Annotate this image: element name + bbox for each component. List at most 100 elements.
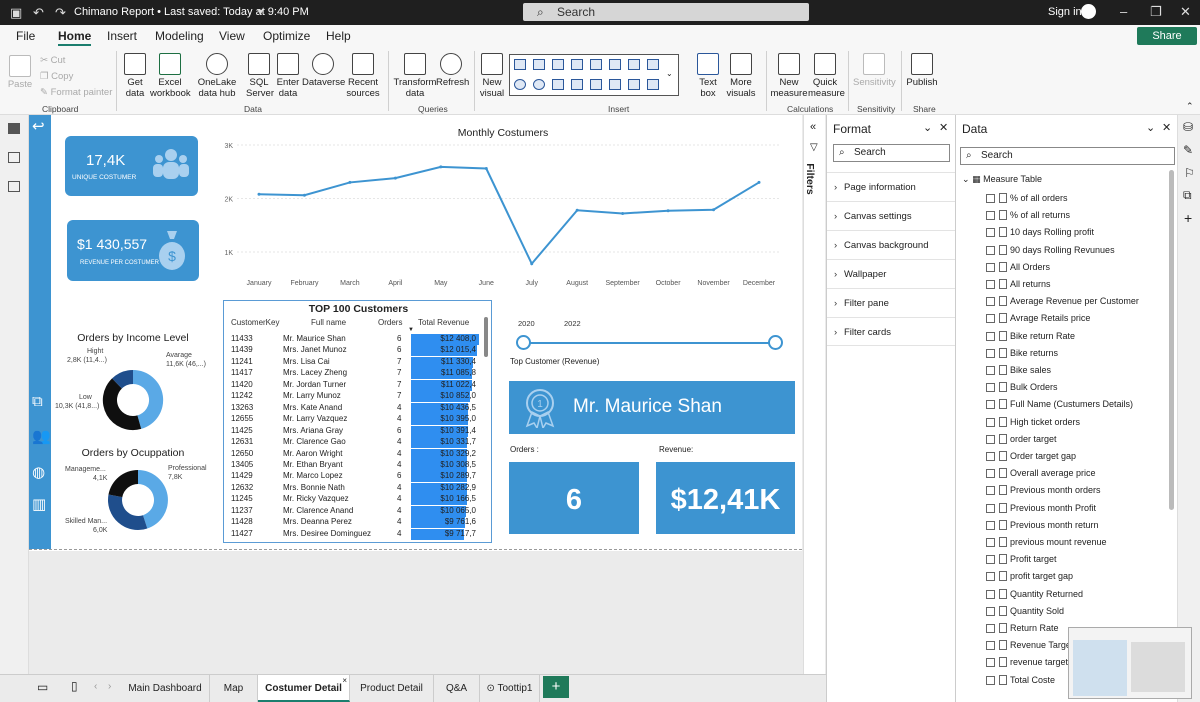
- get-data-button[interactable]: Get data: [120, 53, 150, 99]
- checkbox[interactable]: [986, 675, 995, 685]
- table-row[interactable]: 12631 Mr. Clarence Gao 4 $10 331,7: [224, 437, 484, 449]
- measure-item[interactable]: High ticket orders: [986, 414, 1080, 431]
- table-row[interactable]: 11245 Mr. Ricky Vazquez 4 $10 166,5: [224, 494, 484, 506]
- checkbox[interactable]: [986, 194, 995, 203]
- measure-item[interactable]: profit target gap: [986, 568, 1073, 585]
- cut-button[interactable]: ✂ Cut: [40, 55, 65, 66]
- col-header-fullname[interactable]: Full name: [311, 318, 346, 327]
- paste-button[interactable]: Paste: [6, 55, 34, 90]
- report-view-icon[interactable]: [8, 123, 20, 134]
- measure-item[interactable]: Quantity Sold: [986, 603, 1064, 620]
- menu-view[interactable]: View: [219, 29, 245, 43]
- checkbox[interactable]: [986, 641, 995, 651]
- area-chart-icon[interactable]: [628, 59, 640, 70]
- table-row[interactable]: 11420 Mr. Jordan Turner 7 $11 022,4: [224, 379, 484, 391]
- checkbox[interactable]: [986, 486, 995, 496]
- clustered-column-icon[interactable]: [571, 59, 583, 70]
- measure-item[interactable]: % of all returns: [986, 207, 1070, 224]
- measure-item[interactable]: Previous month orders: [986, 482, 1101, 499]
- checkbox[interactable]: [986, 434, 995, 444]
- visual-gallery[interactable]: ⌄: [509, 54, 679, 96]
- pie-chart-icon[interactable]: [514, 79, 526, 90]
- menu-modeling[interactable]: Modeling: [155, 29, 204, 43]
- checkbox[interactable]: [986, 211, 995, 221]
- avatar[interactable]: [1081, 4, 1096, 19]
- redo-icon[interactable]: ↷: [55, 5, 66, 21]
- matrix-icon[interactable]: [647, 79, 659, 90]
- measure-item[interactable]: Quantity Returned: [986, 586, 1083, 603]
- table-row[interactable]: 11427 Mrs. Desiree Dominguez 4 $9 717,7: [224, 528, 484, 540]
- section-filter-cards[interactable]: › Filter cards: [827, 317, 955, 346]
- checkbox[interactable]: [986, 400, 995, 410]
- global-search[interactable]: ⌕ Search: [523, 3, 809, 21]
- table-row[interactable]: 11439 Mrs. Janet Munoz 6 $12 015,4: [224, 345, 484, 357]
- data-point[interactable]: [757, 180, 761, 184]
- prev-page-icon[interactable]: ‹: [94, 681, 97, 692]
- data-point[interactable]: [484, 167, 488, 171]
- bookmark-icon[interactable]: ⚐: [1184, 166, 1195, 180]
- globe-icon[interactable]: ◍: [32, 463, 45, 481]
- checkbox[interactable]: [986, 314, 995, 324]
- checkbox[interactable]: [986, 624, 995, 633]
- table-row[interactable]: 13405 Mr. Ethan Bryant 4 $10 308,5: [224, 459, 484, 471]
- table-view-icon[interactable]: [8, 152, 20, 163]
- table-row[interactable]: 12632 Mrs. Bonnie Nath 4 $10 282,9: [224, 482, 484, 494]
- next-page-icon[interactable]: ›: [108, 681, 111, 692]
- donut-chart-icon[interactable]: [533, 79, 545, 90]
- copy-button[interactable]: ❐ Copy: [40, 71, 73, 82]
- measure-item[interactable]: Total Coste: [986, 672, 1055, 689]
- table-row[interactable]: 11417 Mrs. Lacey Zheng 7 $11 085,8: [224, 368, 484, 380]
- measure-item[interactable]: Bike sales: [986, 362, 1051, 379]
- measure-item[interactable]: All Orders: [986, 259, 1050, 276]
- section-canvas-background[interactable]: › Canvas background: [827, 230, 955, 259]
- save-icon[interactable]: ▣: [10, 5, 22, 21]
- data-point[interactable]: [530, 262, 534, 266]
- section-canvas-settings[interactable]: › Canvas settings: [827, 201, 955, 230]
- checkbox[interactable]: [986, 555, 995, 565]
- table-scrollbar[interactable]: [484, 317, 488, 357]
- checkbox[interactable]: [986, 469, 995, 479]
- measure-item[interactable]: Avrage Retails price: [986, 310, 1090, 327]
- collapse-left-icon[interactable]: «: [810, 121, 816, 133]
- measure-item[interactable]: revenue target: [986, 654, 1068, 671]
- checkbox[interactable]: [986, 383, 995, 393]
- gauge-icon[interactable]: [590, 79, 602, 90]
- desktop-view-icon[interactable]: ▭: [37, 680, 48, 694]
- section-page-information[interactable]: › Page information: [827, 172, 955, 201]
- transform-data-button[interactable]: Transform data: [392, 53, 438, 99]
- sql-server-button[interactable]: SQL Server: [246, 53, 274, 99]
- checkbox[interactable]: [986, 538, 995, 547]
- menu-insert[interactable]: Insert: [107, 29, 137, 43]
- table-row[interactable]: 13263 Mrs. Kate Anand 4 $10 436,5: [224, 402, 484, 414]
- tab-toottip1[interactable]: ⊙ Toottip1: [480, 675, 540, 702]
- col-header-orders[interactable]: Orders: [378, 318, 402, 327]
- measure-table-node[interactable]: ⌄ ▦ Measure Table: [962, 174, 1042, 185]
- tab-product-detail[interactable]: Product Detail: [350, 675, 434, 702]
- add-pane-icon[interactable]: +: [1184, 210, 1192, 226]
- data-point[interactable]: [439, 165, 443, 169]
- ribbon-collapse-icon[interactable]: ⌃: [1186, 101, 1194, 112]
- table-row[interactable]: 11241 Mrs. Lisa Cai 7 $11 330,4: [224, 356, 484, 368]
- format-pane-icon[interactable]: ✎: [1183, 143, 1193, 157]
- format-painter-button[interactable]: ✎ Format painter: [40, 87, 112, 98]
- data-pane-icon[interactable]: ⛁: [1183, 120, 1193, 134]
- col-header-customerkey[interactable]: CustomerKey: [231, 318, 279, 327]
- measure-item[interactable]: % of all orders: [986, 190, 1068, 207]
- table-row[interactable]: 11425 Mrs. Ariana Gray 6 $10 391,4: [224, 425, 484, 437]
- measure-item[interactable]: previous mount revenue: [986, 534, 1107, 551]
- close-window-icon[interactable]: ✕: [1180, 4, 1191, 20]
- checkbox[interactable]: [986, 520, 995, 530]
- table-row[interactable]: 12655 Mr. Larry Vazquez 4 $10 395,0: [224, 414, 484, 426]
- sign-in-link[interactable]: Sign in: [1048, 6, 1082, 18]
- menu-optimize[interactable]: Optimize: [263, 29, 310, 43]
- measure-item[interactable]: Bike returns: [986, 345, 1058, 362]
- measure-item[interactable]: Profit target: [986, 551, 1057, 568]
- tab-main-dashboard[interactable]: Main Dashboard: [121, 675, 210, 702]
- data-point[interactable]: [666, 209, 670, 213]
- filters-label[interactable]: Filters: [804, 163, 816, 195]
- data-search-input[interactable]: ⌕ Search: [960, 147, 1175, 165]
- measure-item[interactable]: Revenue Target: [986, 637, 1073, 654]
- year-slicer[interactable]: 2020 2022: [512, 317, 792, 357]
- mobile-view-icon[interactable]: ▯: [71, 679, 78, 693]
- table-row[interactable]: 11237 Mr. Clarence Anand 4 $10 065,0: [224, 505, 484, 517]
